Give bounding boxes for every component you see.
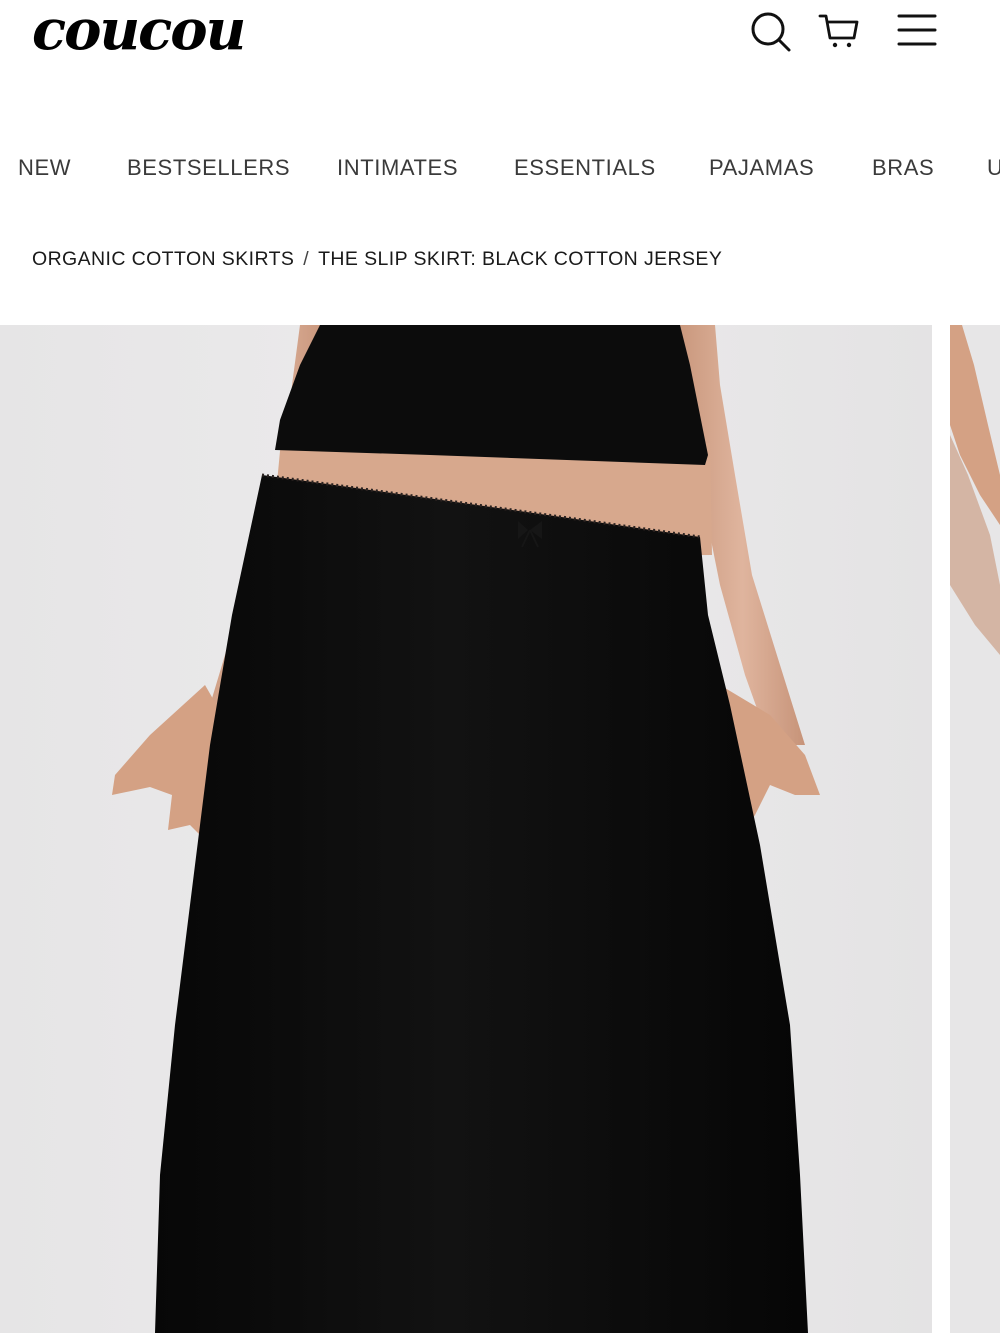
search-icon[interactable] (747, 8, 793, 54)
product-image-main[interactable] (0, 325, 932, 1333)
nav-item-bestsellers[interactable]: BESTSELLERS (127, 154, 290, 182)
breadcrumb: ORGANIC COTTON SKIRTS / THE SLIP SKIRT: BL… (32, 246, 722, 272)
product-gallery[interactable] (0, 325, 1000, 1333)
menu-icon[interactable] (894, 8, 940, 54)
nav-item-pajamas[interactable]: PAJAMAS (709, 154, 814, 182)
nav-item-essentials[interactable]: ESSENTIALS (514, 154, 656, 182)
site-header: coucou (0, 0, 1000, 110)
breadcrumb-parent-link[interactable]: ORGANIC COTTON SKIRTS (32, 248, 294, 270)
nav-item-new[interactable]: NEW (18, 154, 71, 182)
nav-item-intimates[interactable]: INTIMATES (337, 154, 458, 182)
breadcrumb-separator: / (303, 248, 310, 270)
cart-icon[interactable] (816, 8, 862, 54)
product-image-next[interactable] (950, 325, 1000, 1333)
category-nav: NEW BESTSELLERS INTIMATES ESSENTIALS PAJ… (0, 140, 1000, 196)
nav-item-bras[interactable]: BRAS (872, 154, 934, 182)
brand-logo[interactable]: coucou (32, 0, 246, 68)
nav-item-truncated[interactable]: U (987, 154, 1000, 182)
breadcrumb-current: THE SLIP SKIRT: BLACK COTTON JERSEY (318, 248, 723, 270)
